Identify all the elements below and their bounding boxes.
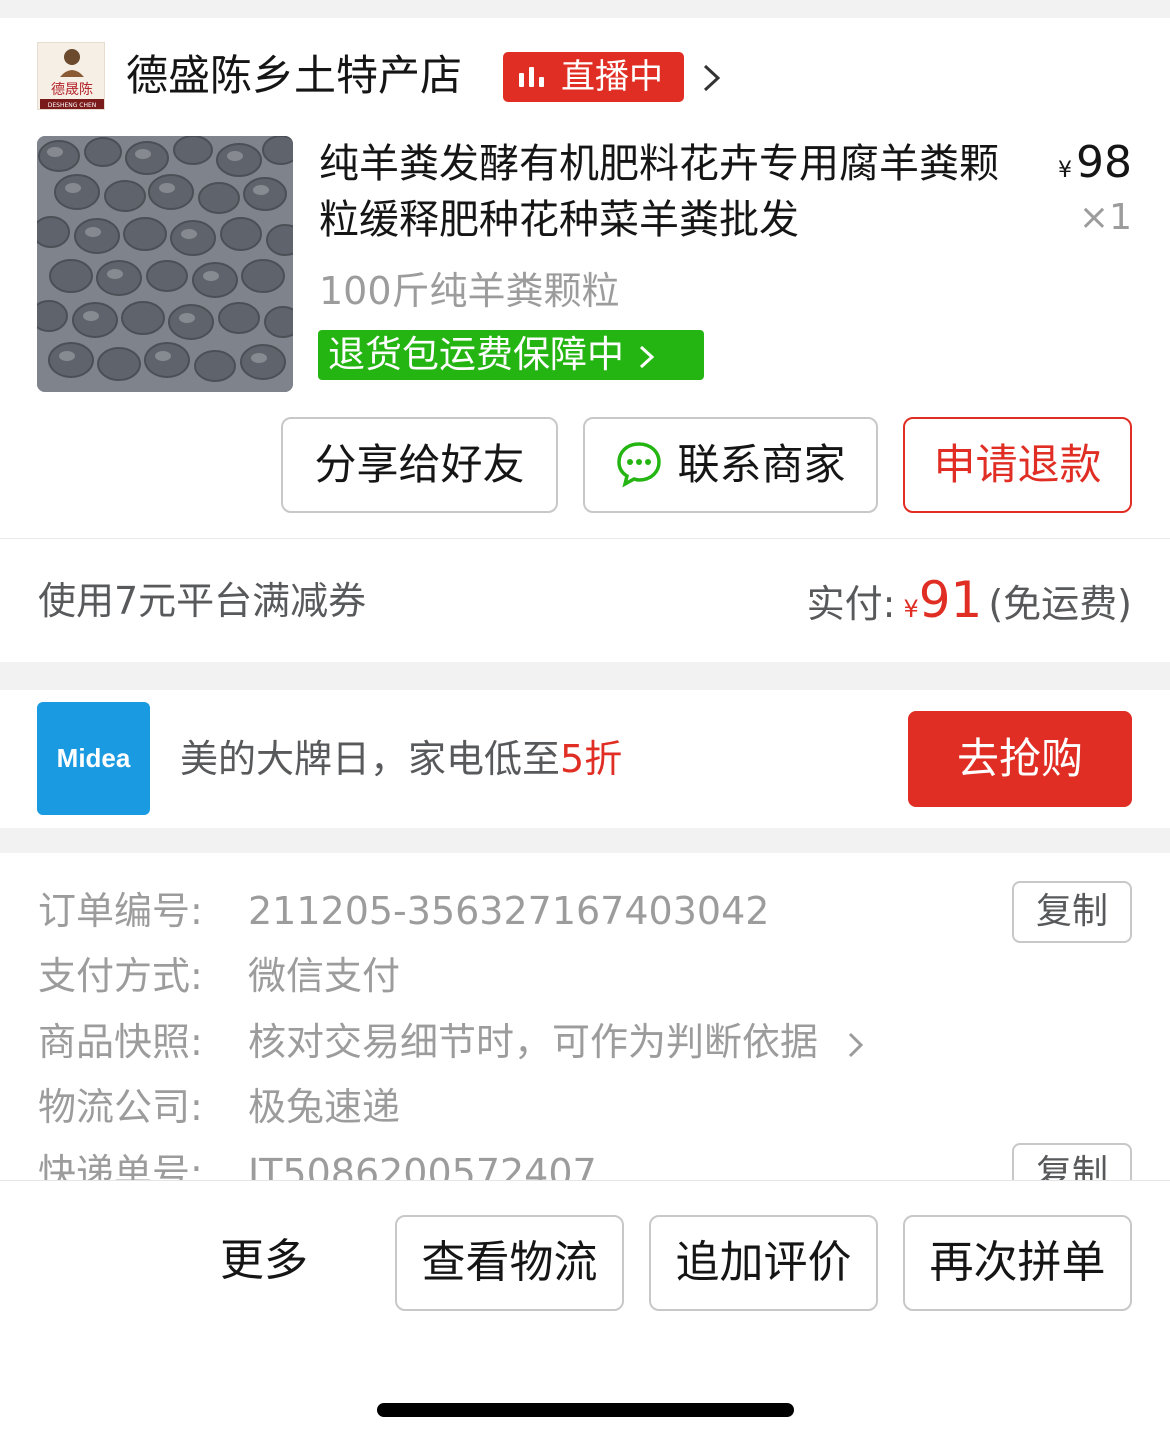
home-indicator[interactable]: [377, 1403, 794, 1417]
snapshot-text: 核对交易细节时，可作为判断依据: [248, 1020, 819, 1064]
chevron-right-icon: [849, 1032, 864, 1057]
snapshot-row[interactable]: 商品快照: 核对交易细节时，可作为判断依据: [38, 1017, 866, 1067]
payment-method: 微信支付: [248, 954, 401, 998]
live-bars-icon: [519, 67, 545, 87]
chevron-right-icon[interactable]: [700, 58, 724, 98]
reorder-button[interactable]: 再次拼单: [903, 1215, 1132, 1311]
logistics-company-row: 物流公司: 极兔速递: [38, 1082, 400, 1132]
buy-now-button[interactable]: 去抢购: [908, 711, 1132, 807]
order-info: 订单编号: 211205-356327167403042 复制 支付方式: 微信支付…: [0, 853, 1170, 1193]
product-title[interactable]: 纯羊粪发酵有机肥料花卉专用腐羊粪颗粒缓释肥种花种菜羊粪批发: [319, 136, 1009, 248]
return-shipping-guarantee-badge[interactable]: 退货包运费保障中: [318, 330, 704, 380]
promo-text: 美的大牌日，家电低至5折: [180, 734, 622, 784]
chat-bubble-icon: [617, 441, 662, 487]
midea-logo: Midea: [37, 702, 150, 815]
order-number-row: 订单编号: 211205-356327167403042: [38, 886, 769, 936]
view-logistics-button[interactable]: 查看物流: [395, 1215, 624, 1311]
add-review-button[interactable]: 追加评价: [649, 1215, 878, 1311]
promo-banner[interactable]: Midea 美的大牌日，家电低至5折 去抢购: [0, 690, 1170, 828]
shop-logo[interactable]: 德晟陈 DESHENG CHEN: [37, 42, 105, 110]
order-number: 211205-356327167403042: [248, 889, 770, 933]
coupon-used: 使用7元平台满减券: [38, 579, 367, 623]
logistics-company: 极兔速递: [248, 1085, 401, 1129]
product-spec: 100斤纯羊粪颗粒: [319, 269, 620, 313]
product-price: ¥98: [1058, 138, 1132, 196]
bottom-action-bar: 更多 查看物流 追加评价 再次拼单: [0, 1180, 1170, 1441]
shipping-note: (免运费): [988, 582, 1132, 626]
product-image[interactable]: [37, 136, 293, 392]
snapshot-label: 商品快照:: [38, 1020, 203, 1064]
more-button[interactable]: 更多: [220, 1233, 308, 1289]
order-item-card: 德晟陈 DESHENG CHEN 德盛陈乡土特产店 直播中 纯羊粪发酵有机肥料花…: [0, 18, 1170, 538]
contact-merchant-label: 联系商家: [677, 440, 846, 489]
contact-merchant-button[interactable]: 联系商家: [583, 417, 878, 513]
chevron-right-icon: [639, 345, 654, 368]
payment-method-row: 支付方式: 微信支付: [38, 951, 400, 1001]
order-number-label: 订单编号:: [38, 889, 203, 933]
amount-paid: 实付: ¥91 (免运费): [807, 569, 1132, 640]
guarantee-label: 退货包运费保障中: [328, 333, 624, 376]
payment-method-label: 支付方式:: [38, 954, 203, 998]
price-currency: ¥: [1058, 158, 1072, 183]
logistics-company-label: 物流公司:: [38, 1085, 203, 1129]
copy-order-number-button[interactable]: 复制: [1012, 881, 1132, 943]
live-badge[interactable]: 直播中: [503, 52, 684, 102]
payment-summary: 使用7元平台满减券 实付: ¥91 (免运费): [0, 538, 1170, 662]
product-quantity: ×1: [1078, 197, 1132, 238]
price-value: 98: [1076, 137, 1132, 188]
paid-currency: ¥: [903, 595, 919, 623]
paid-amount: 91: [918, 571, 983, 629]
promo-text-main: 美的大牌日，家电低至: [180, 737, 561, 781]
shop-logo-text: 德晟陈: [51, 81, 93, 98]
live-label: 直播中: [561, 57, 663, 97]
request-refund-button[interactable]: 申请退款: [903, 417, 1132, 513]
shop-logo-subtext: DESHENG CHEN: [48, 102, 97, 109]
promo-discount: 5折: [560, 737, 623, 781]
shop-name[interactable]: 德盛陈乡土特产店: [126, 48, 462, 104]
paid-label: 实付:: [806, 582, 896, 626]
share-button[interactable]: 分享给好友: [281, 417, 558, 513]
